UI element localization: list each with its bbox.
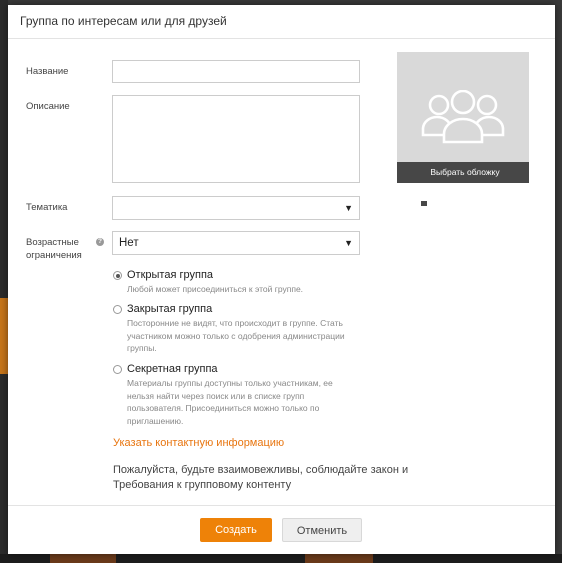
- radio-secret[interactable]: [113, 365, 122, 374]
- group-type-title: Секретная группа: [127, 363, 218, 375]
- rules-notice: Пожалуйста, будьте взаимовежливы, соблюд…: [113, 464, 409, 491]
- cover-image-placeholder[interactable]: Выбрать обложку: [397, 52, 529, 209]
- age-label-line2: ограничения: [26, 250, 82, 261]
- description-textarea[interactable]: [112, 95, 360, 183]
- age-restrictions-select[interactable]: Нет ▼: [112, 231, 360, 255]
- group-type-description: Любой может присоединиться к этой группе…: [127, 284, 304, 294]
- background-page-bottom: [0, 554, 562, 563]
- contact-info-link[interactable]: Указать контактную информацию: [113, 437, 284, 449]
- age-label-line1: Возрастные: [26, 237, 79, 248]
- radio-closed[interactable]: [113, 305, 122, 314]
- create-group-dialog: Группа по интересам или для друзей Назва…: [8, 5, 555, 554]
- group-users-icon: [421, 90, 505, 144]
- group-type-title: Открытая группа: [127, 269, 214, 281]
- dropdown-arrow-icon: ▼: [344, 203, 353, 213]
- age-restrictions-label: Возрастные ограничения: [26, 236, 82, 262]
- group-type-description: Посторонние не видят, что происходит в г…: [127, 318, 345, 353]
- background-page: [0, 0, 8, 563]
- cancel-button[interactable]: Отменить: [282, 518, 362, 542]
- dialog-title: Группа по интересам или для друзей: [8, 5, 555, 39]
- choose-cover-button[interactable]: Выбрать обложку: [397, 162, 529, 209]
- dialog-body: Название Описание Тематика ▼ Возрастные …: [8, 39, 555, 506]
- topic-select[interactable]: ▼: [112, 196, 360, 220]
- dialog-footer: Создать Отменить: [8, 505, 555, 554]
- background-thumbnail: [50, 554, 116, 563]
- background-page-accent: [0, 298, 8, 374]
- name-label: Название: [26, 66, 69, 77]
- group-type-description: Материалы группы доступны только участни…: [127, 378, 333, 426]
- help-icon[interactable]: ?: [96, 238, 104, 246]
- group-type-title: Закрытая группа: [127, 303, 213, 315]
- topic-label: Тематика: [26, 202, 68, 213]
- create-button[interactable]: Создать: [200, 518, 272, 542]
- choose-cover-label: Выбрать обложку: [430, 167, 500, 177]
- description-label: Описание: [26, 101, 70, 112]
- background-thumbnail: [305, 554, 373, 563]
- name-input[interactable]: [112, 60, 360, 83]
- radio-open[interactable]: [113, 271, 122, 280]
- dropdown-arrow-icon: ▼: [344, 238, 353, 248]
- age-select-value: Нет: [119, 237, 139, 249]
